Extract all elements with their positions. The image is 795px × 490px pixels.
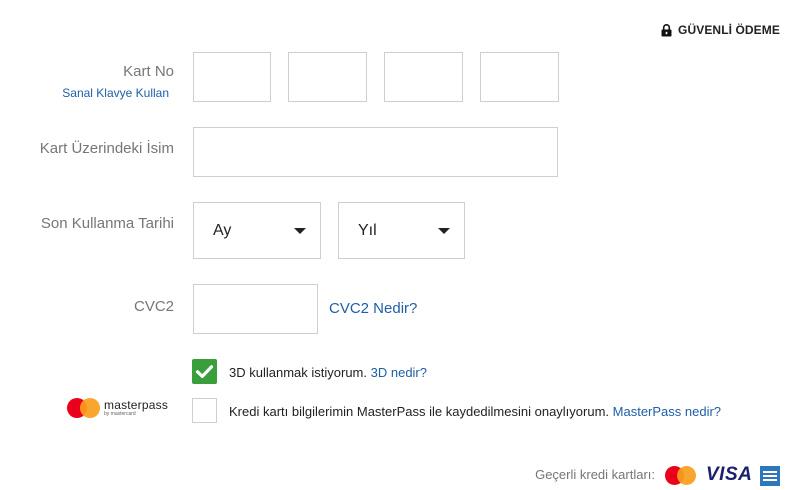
three-d-text: 3D kullanmak istiyorum. xyxy=(229,365,367,380)
masterpass-logo-text: masterpass xyxy=(104,398,169,412)
three-d-checkbox[interactable] xyxy=(192,359,217,384)
secure-payment-badge: GÜVENLİ ÖDEME xyxy=(661,23,780,37)
amex-icon xyxy=(760,466,780,486)
card-number-label: Kart No xyxy=(123,63,174,80)
checkmark-icon xyxy=(195,365,214,378)
mastercard-circles-icon xyxy=(67,398,100,418)
card-number-input-2[interactable] xyxy=(288,52,367,102)
virtual-keyboard-link[interactable]: Sanal Klavye Kullan xyxy=(62,86,169,100)
month-select[interactable]: Ay xyxy=(193,202,321,259)
valid-cards-label: Geçerli kredi kartları: xyxy=(535,467,655,482)
secure-payment-label: GÜVENLİ ÖDEME xyxy=(678,23,780,37)
chevron-down-icon xyxy=(294,227,306,234)
card-number-input-3[interactable] xyxy=(384,52,463,102)
three-d-option: 3D kullanmak istiyorum. 3D nedir? xyxy=(229,365,427,380)
cvc-help-link[interactable]: CVC2 Nedir? xyxy=(329,300,417,317)
masterpass-help-link[interactable]: MasterPass nedir? xyxy=(613,404,721,419)
masterpass-logo-subtext: by mastercard xyxy=(104,411,136,417)
card-name-label: Kart Üzerindeki İsim xyxy=(39,140,174,157)
masterpass-text: Kredi kartı bilgilerimin MasterPass ile … xyxy=(229,404,610,419)
card-number-input-1[interactable] xyxy=(193,52,271,102)
card-number-input-4[interactable] xyxy=(480,52,559,102)
cvc-input[interactable] xyxy=(193,284,318,334)
lock-icon xyxy=(661,23,672,36)
visa-icon: VISA xyxy=(706,464,753,485)
masterpass-option: Kredi kartı bilgilerimin MasterPass ile … xyxy=(229,404,721,419)
masterpass-logo: masterpass by mastercard xyxy=(67,398,168,418)
cvc-label: CVC2 xyxy=(133,298,174,315)
three-d-help-link[interactable]: 3D nedir? xyxy=(371,365,427,380)
expiry-label: Son Kullanma Tarihi xyxy=(40,215,174,232)
mastercard-icon xyxy=(665,466,696,485)
chevron-down-icon xyxy=(438,227,450,234)
masterpass-checkbox[interactable] xyxy=(192,398,217,423)
month-select-value: Ay xyxy=(213,221,232,239)
year-select[interactable]: Yıl xyxy=(338,202,465,259)
card-name-input[interactable] xyxy=(193,127,558,177)
year-select-value: Yıl xyxy=(358,221,377,239)
